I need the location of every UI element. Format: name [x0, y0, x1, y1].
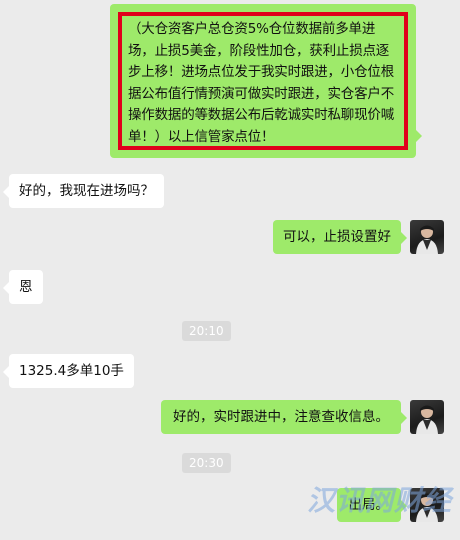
- message-bubble-other[interactable]: 1325.4多单10手: [3, 354, 134, 388]
- user-avatar[interactable]: [410, 400, 444, 434]
- message-text: 好的，实时跟进中，注意查收信息。: [173, 409, 389, 425]
- chat-area[interactable]: （大仓资客户总仓资5%仓位数据前多单进场，止损5美金，阶段性加仓，获利止损点逐步…: [0, 0, 460, 540]
- message-bubble-other[interactable]: 好的，我现在进场吗？: [3, 174, 164, 208]
- message-bubble-self[interactable]: （大仓资客户总仓资5%仓位数据前多单进场，止损5美金，阶段性加仓，获利止损点逐步…: [110, 4, 422, 158]
- message-bubble-self[interactable]: 可以，止损设置好: [273, 220, 407, 254]
- message-text: 恩: [19, 279, 33, 295]
- message-text: 可以，止损设置好: [283, 229, 391, 245]
- user-avatar[interactable]: [410, 220, 444, 254]
- message-text: （大仓资客户总仓资5%仓位数据前多单进场，止损5美金，阶段性加仓，获利止损点逐步…: [128, 21, 394, 145]
- message-text: 好的，我现在进场吗？: [19, 183, 154, 199]
- person-icon: [416, 225, 438, 254]
- message-bubble-self[interactable]: 好的，实时跟进中，注意查收信息。: [161, 400, 407, 434]
- message-bubble-other[interactable]: 恩: [3, 270, 43, 304]
- watermark: 汉讯网财经: [307, 484, 453, 517]
- highlight-box: （大仓资客户总仓资5%仓位数据前多单进场，止损5美金，阶段性加仓，获利止损点逐步…: [118, 12, 408, 150]
- timestamp: 20:10: [182, 321, 231, 341]
- person-icon: [416, 405, 438, 434]
- timestamp: 20:30: [182, 453, 231, 473]
- message-text: 1325.4多单10手: [19, 363, 124, 379]
